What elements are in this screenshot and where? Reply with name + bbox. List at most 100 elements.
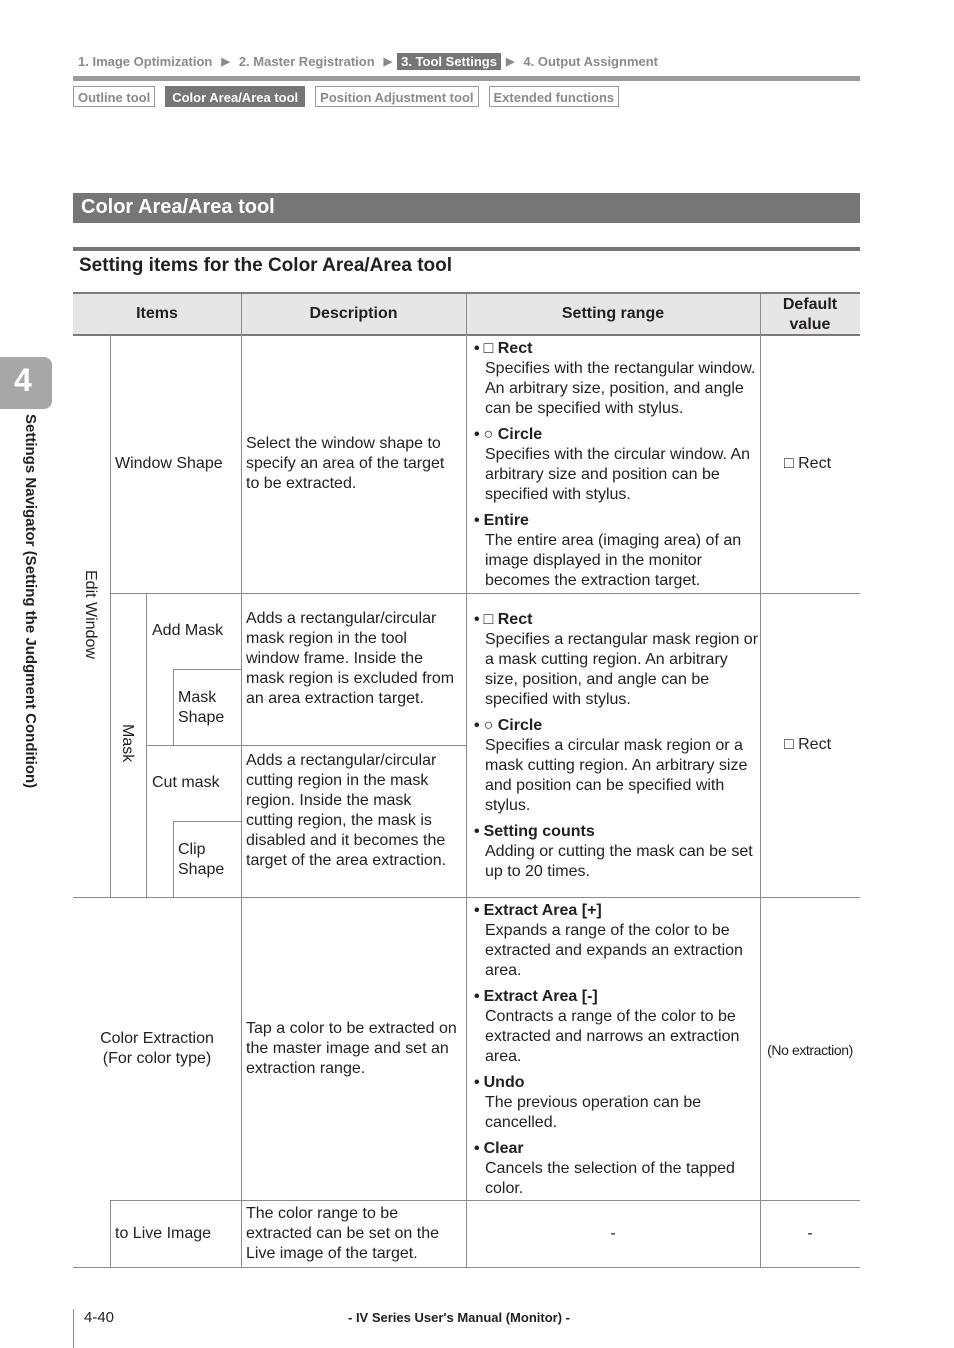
circle-shape-icon: ○: [483, 717, 494, 734]
setting-range-mask: • □ Rect Specifies a rectangular mask reg…: [474, 610, 760, 888]
item-mask-shape-line1: Mask: [178, 689, 217, 706]
breadcrumb: 1. Image Optimization ▶ 2. Master Regist…: [78, 52, 662, 70]
header-default-line2: value: [789, 316, 831, 333]
column-divider: [173, 821, 174, 897]
range-option: • Extract Area [-] Contracts a range of t…: [474, 987, 760, 1067]
range-option-body: Specifies a circular mask region or a ma…: [485, 737, 748, 814]
range-option-body: Expands a range of the color to be extra…: [485, 922, 743, 979]
row-divider: [173, 821, 241, 822]
row-divider: [146, 745, 466, 746]
column-divider: [110, 1200, 111, 1267]
circle-shape-icon: ○: [483, 426, 494, 443]
range-option-title: Circle: [497, 717, 543, 734]
chapter-number: 4: [14, 362, 32, 398]
item-clip-shape-line2: Shape: [178, 861, 225, 878]
description-window-shape: Select the window shape to specify an ar…: [246, 435, 445, 492]
header-default-value: Default value: [760, 295, 860, 335]
range-option-title: Circle: [497, 426, 543, 443]
range-option-body: Specifies with the rectangular window. A…: [485, 360, 756, 417]
setting-range-color-extraction: • Extract Area [+] Expands a range of the…: [474, 901, 760, 1205]
default-to-live-image: -: [807, 1225, 813, 1242]
range-option: • □ Rect Specifies a rectangular mask reg…: [474, 611, 759, 708]
breadcrumb-step-output-assignment[interactable]: 4. Output Assignment: [519, 53, 662, 70]
tab-color-area-tool[interactable]: Color Area/Area tool: [165, 86, 306, 107]
breadcrumb-arrow-icon: ▶: [221, 55, 230, 68]
tool-tabs: Outline tool Color Area/Area tool Positi…: [73, 86, 629, 107]
section-title: Color Area/Area tool: [81, 196, 275, 218]
item-window-shape: Window Shape: [115, 455, 223, 472]
item-clip-shape-line1: Clip: [178, 841, 206, 858]
header-default-line1: Default: [782, 296, 838, 313]
range-option-body: Specifies a rectangular mask region or a…: [485, 631, 759, 708]
rect-shape-icon: □: [483, 611, 494, 628]
range-option-body: The entire area (imaging area) of an ima…: [485, 532, 742, 589]
range-option-title: Setting counts: [483, 823, 595, 840]
subsection-divider: [73, 247, 860, 251]
setting-range-window-shape: • □ Rect Specifies with the rectangular w…: [474, 339, 760, 597]
range-option: • Clear Cancels the selection of the tapp…: [474, 1139, 760, 1199]
item-clip-shape: Clip Shape: [178, 840, 224, 880]
column-divider: [146, 593, 147, 897]
default-mask: □ Rect: [784, 736, 832, 753]
item-mask-shape: Mask Shape: [178, 688, 224, 728]
range-option-title: Undo: [483, 1074, 525, 1091]
item-color-extraction-line1: Color Extraction: [100, 1030, 214, 1047]
header-description: Description: [309, 305, 398, 322]
description-color-extraction: Tap a color to be extracted on the maste…: [246, 1020, 457, 1077]
breadcrumb-divider: [73, 76, 860, 81]
rect-shape-icon: □: [483, 340, 494, 357]
column-divider: [110, 335, 111, 897]
tab-position-adjustment-tool[interactable]: Position Adjustment tool: [315, 86, 479, 107]
breadcrumb-arrow-icon: ▶: [505, 55, 515, 68]
range-option-title: Rect: [497, 340, 533, 357]
range-option-body: Specifies with the circular window. An a…: [485, 446, 751, 503]
item-to-live-image: to Live Image: [115, 1225, 212, 1242]
group-label-mask: Mask: [119, 724, 136, 763]
default-window-shape: □ Rect: [784, 455, 832, 472]
breadcrumb-step-image-optimization[interactable]: 1. Image Optimization: [78, 53, 216, 70]
column-divider: [466, 293, 467, 1268]
column-divider: [760, 293, 761, 1268]
footer-divider: [73, 1309, 74, 1348]
range-option-title: Extract Area [-]: [483, 988, 598, 1005]
range-option: • ○ Circle Specifies with the circular wi…: [474, 425, 760, 505]
range-option-body: Cancels the selection of the tapped colo…: [485, 1160, 735, 1197]
description-to-live-image: The color range to be extracted can be s…: [246, 1205, 440, 1262]
chapter-side-label: Settings Navigator (Setting the Judgment…: [22, 414, 39, 789]
description-add-mask: Adds a rectangular/circular mask region …: [246, 610, 455, 707]
range-option: • Undo The previous operation can be canc…: [474, 1073, 760, 1133]
description-cut-mask: Adds a rectangular/circular cutting regi…: [246, 752, 447, 869]
column-divider: [173, 669, 174, 745]
row-divider: [173, 669, 241, 670]
subsection-title: Setting items for the Color Area/Area to…: [79, 255, 453, 276]
header-setting-range: Setting range: [561, 305, 665, 322]
manual-title: - IV Series User's Manual (Monitor) -: [348, 1310, 570, 1325]
range-option-body: The previous operation can be cancelled.: [485, 1094, 702, 1131]
item-cut-mask: Cut mask: [152, 774, 220, 791]
range-option: • Entire The entire area (imaging area) o…: [474, 511, 760, 591]
setting-range-to-live-image: -: [610, 1225, 616, 1242]
column-divider: [241, 293, 242, 1268]
breadcrumb-step-tool-settings[interactable]: 3. Tool Settings: [397, 52, 501, 70]
breadcrumb-step-master-registration[interactable]: 2. Master Registration: [235, 53, 379, 70]
range-option-title: Clear: [483, 1140, 524, 1157]
item-color-extraction-line2: (For color type): [102, 1050, 212, 1067]
range-option-body: Contracts a range of the color to be ext…: [485, 1008, 740, 1065]
item-mask-shape-line2: Shape: [178, 709, 225, 726]
range-option: • Extract Area [+] Expands a range of the…: [474, 901, 760, 981]
range-option: • □ Rect Specifies with the rectangular w…: [474, 339, 760, 419]
range-option: • ○ Circle Specifies a circular mask regi…: [474, 716, 760, 816]
page-number: 4-40: [84, 1309, 115, 1326]
tab-extended-functions[interactable]: Extended functions: [488, 86, 620, 107]
breadcrumb-arrow-icon: ▶: [383, 55, 393, 68]
range-option: • Setting counts Adding or cutting the ma…: [474, 822, 760, 882]
range-option-title: Entire: [483, 512, 529, 529]
item-color-extraction: Color Extraction (For color type): [73, 1029, 241, 1069]
default-color-extraction: (No extraction): [767, 1042, 853, 1058]
header-items: Items: [136, 305, 178, 322]
range-option-title: Rect: [497, 611, 533, 628]
range-option-body: Adding or cutting the mask can be set up…: [485, 843, 753, 880]
group-label-edit-window: Edit Window: [82, 570, 99, 659]
item-add-mask: Add Mask: [152, 622, 224, 639]
tab-outline-tool[interactable]: Outline tool: [73, 86, 156, 107]
